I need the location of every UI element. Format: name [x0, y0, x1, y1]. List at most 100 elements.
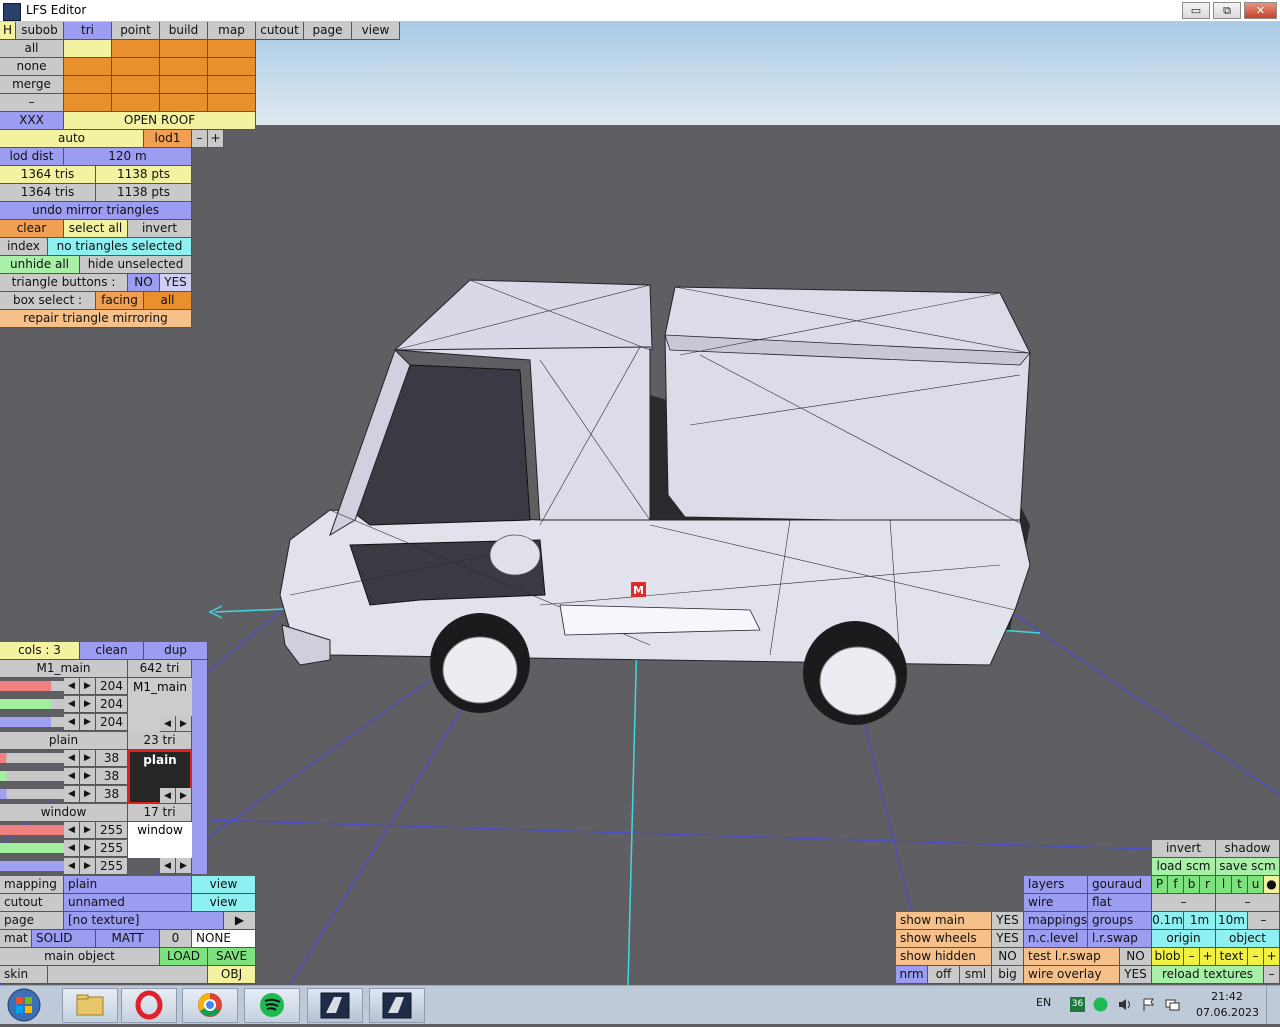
box-select-all[interactable]: all: [144, 292, 192, 310]
nrm-button[interactable]: nrm: [896, 966, 928, 984]
group-cell[interactable]: [208, 40, 256, 58]
red-value[interactable]: 255: [96, 822, 128, 839]
clock-time[interactable]: 21:42: [1196, 990, 1258, 1003]
mapping-value[interactable]: plain: [64, 876, 192, 894]
chrome-icon[interactable]: [182, 988, 238, 1023]
gouraud-button[interactable]: gouraud: [1088, 876, 1152, 894]
decrement-arrow-icon[interactable]: ◀: [64, 858, 80, 875]
menu-page[interactable]: page: [304, 22, 352, 40]
group-cell[interactable]: [160, 76, 208, 94]
repair-mirroring-button[interactable]: repair triangle mirroring: [0, 310, 192, 328]
red-slider[interactable]: [0, 681, 64, 691]
color-entry-name[interactable]: window: [0, 804, 128, 822]
lfs-editor-icon[interactable]: [369, 988, 425, 1023]
green-value[interactable]: 204: [96, 696, 128, 713]
clock-date[interactable]: 07.06.2023: [1196, 1006, 1259, 1019]
xxx-button[interactable]: XXX: [0, 112, 64, 130]
index-button[interactable]: index: [0, 238, 48, 256]
save-scm-button[interactable]: save scm: [1216, 858, 1280, 876]
flag-f-button[interactable]: f: [1168, 876, 1184, 894]
page-next-arrow-icon[interactable]: ▶: [224, 912, 256, 930]
green-value[interactable]: 38: [96, 768, 128, 785]
decrement-arrow-icon[interactable]: ◀: [64, 750, 80, 767]
group-cell[interactable]: [160, 40, 208, 58]
spotify-icon[interactable]: [244, 988, 300, 1023]
cutout-value[interactable]: unnamed: [64, 894, 192, 912]
show-wheels-toggle[interactable]: YES: [992, 930, 1024, 948]
increment-arrow-icon[interactable]: ▶: [80, 696, 96, 713]
step-dash-button[interactable]: –: [1248, 912, 1280, 930]
dot-icon[interactable]: ●: [1264, 876, 1280, 894]
test-lr-swap-toggle[interactable]: NO: [1120, 948, 1152, 966]
step-10m-button[interactable]: 10m: [1216, 912, 1248, 930]
red-slider[interactable]: [0, 753, 64, 763]
text-minus-button[interactable]: –: [1248, 948, 1264, 966]
invert-selection-button[interactable]: invert: [128, 220, 192, 238]
flag-r-button[interactable]: r: [1200, 876, 1216, 894]
flag-icon[interactable]: [1141, 997, 1156, 1012]
dash-button[interactable]: –: [1152, 894, 1216, 912]
select-none-button[interactable]: none: [0, 58, 64, 76]
undo-mirror-button[interactable]: undo mirror triangles: [0, 202, 192, 220]
menu-subob[interactable]: subob: [16, 22, 64, 40]
decrement-arrow-icon[interactable]: ◀: [160, 716, 176, 732]
decrement-arrow-icon[interactable]: ◀: [64, 714, 80, 731]
maximize-button[interactable]: ⧉: [1213, 2, 1241, 19]
decrement-arrow-icon[interactable]: ◀: [160, 858, 176, 874]
color-entry-name[interactable]: plain: [0, 732, 128, 750]
menu-point[interactable]: point: [112, 22, 160, 40]
blue-value[interactable]: 204: [96, 714, 128, 731]
decrement-arrow-icon[interactable]: ◀: [64, 678, 80, 695]
save-button[interactable]: SAVE: [208, 948, 256, 966]
group-cell[interactable]: [112, 94, 160, 112]
off-button[interactable]: off: [928, 966, 960, 984]
decrement-arrow-icon[interactable]: ◀: [64, 840, 80, 857]
group-cell[interactable]: [64, 94, 112, 112]
color-preview[interactable]: window: [128, 822, 192, 858]
mat-value[interactable]: 0: [160, 930, 192, 948]
network-icon[interactable]: [1165, 997, 1180, 1012]
lod-dist-value[interactable]: 120 m: [64, 148, 192, 166]
lod-auto-button[interactable]: auto: [0, 130, 144, 148]
load-button[interactable]: LOAD: [160, 948, 208, 966]
step-01m-button[interactable]: 0.1m: [1152, 912, 1184, 930]
show-main-label[interactable]: show main: [896, 912, 992, 930]
blue-slider[interactable]: [0, 789, 64, 799]
menu-build[interactable]: build: [160, 22, 208, 40]
colors-scrollbar[interactable]: [192, 660, 208, 874]
menu-h[interactable]: H: [0, 22, 16, 40]
green-slider[interactable]: [0, 771, 64, 781]
increment-arrow-icon[interactable]: ▶: [176, 716, 192, 732]
group-cell[interactable]: [208, 94, 256, 112]
mapping-view-button[interactable]: view: [192, 876, 256, 894]
triangle-buttons-no[interactable]: NO: [128, 274, 160, 292]
blue-slider[interactable]: [0, 717, 64, 727]
group-cell[interactable]: [64, 40, 112, 58]
blue-slider[interactable]: [0, 861, 64, 871]
blob-plus-button[interactable]: +: [1200, 948, 1216, 966]
flag-b-button[interactable]: b: [1184, 876, 1200, 894]
text-plus-button[interactable]: +: [1264, 948, 1280, 966]
lod1-button[interactable]: lod1: [144, 130, 192, 148]
lr-swap-button[interactable]: l.r.swap: [1088, 930, 1152, 948]
wire-overlay-toggle[interactable]: YES: [1120, 966, 1152, 984]
group-cell[interactable]: [208, 76, 256, 94]
group-cell[interactable]: [160, 94, 208, 112]
lfs-icon[interactable]: [307, 988, 363, 1023]
mappings-button[interactable]: mappings: [1024, 912, 1088, 930]
blue-value[interactable]: 38: [96, 786, 128, 803]
group-name-field[interactable]: OPEN ROOF: [64, 112, 256, 130]
show-wheels-label[interactable]: show wheels: [896, 930, 992, 948]
show-main-toggle[interactable]: YES: [992, 912, 1024, 930]
group-cell[interactable]: [64, 76, 112, 94]
tray-spotify-icon[interactable]: [1093, 997, 1108, 1012]
group-cell[interactable]: [112, 76, 160, 94]
select-all-button[interactable]: select all: [64, 220, 128, 238]
increment-arrow-icon[interactable]: ▶: [80, 678, 96, 695]
shadow-button[interactable]: shadow: [1216, 840, 1280, 858]
hide-unselected-button[interactable]: hide unselected: [80, 256, 192, 274]
obj-button[interactable]: OBJ: [208, 966, 256, 984]
merge-button[interactable]: merge: [0, 76, 64, 94]
wire-overlay-button[interactable]: wire overlay: [1024, 966, 1120, 984]
cutout-view-button[interactable]: view: [192, 894, 256, 912]
